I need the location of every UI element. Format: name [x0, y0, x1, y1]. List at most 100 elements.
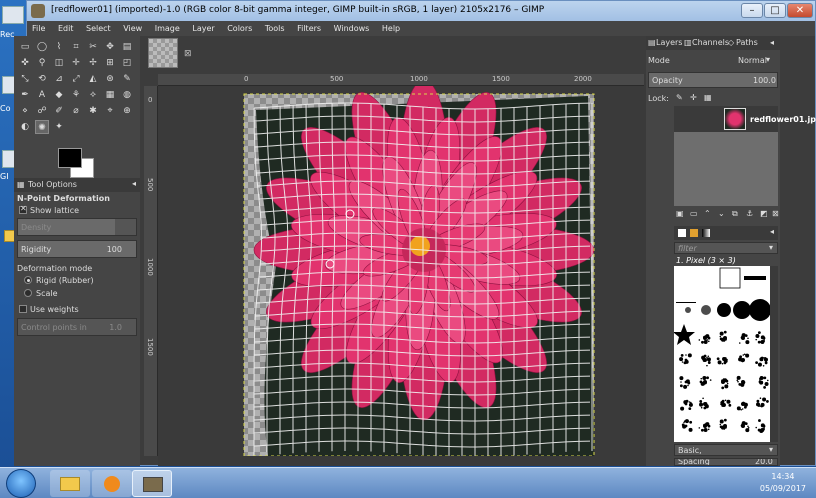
brush-preview[interactable] [719, 331, 724, 336]
brush-preview[interactable] [698, 427, 701, 429]
brush-preview[interactable] [699, 399, 703, 403]
brush-preview[interactable] [673, 324, 695, 345]
brush-preview[interactable] [679, 357, 684, 362]
brush-preview[interactable] [747, 425, 749, 428]
delete-layer-icon[interactable]: ⊠ [772, 209, 779, 218]
brush-preset-select[interactable]: Basic, ▾ [674, 444, 778, 456]
brush-preview[interactable] [741, 424, 745, 428]
brush-preview[interactable] [736, 379, 739, 382]
eraser-tool-icon[interactable]: ✱ [86, 104, 100, 118]
brush-preview[interactable] [681, 361, 684, 363]
menu-tools[interactable]: Tools [260, 21, 290, 36]
brush-preview[interactable] [726, 399, 731, 404]
paths-tool-icon[interactable]: ▤ [120, 40, 134, 54]
brush-preview[interactable] [721, 362, 724, 365]
brush-preview[interactable] [736, 375, 741, 380]
control-points-slider[interactable]: Control points in 1.0 [17, 318, 137, 336]
foreground-color-swatch[interactable] [58, 148, 82, 168]
tab-layers[interactable]: Layers [656, 38, 682, 47]
brush-preview[interactable] [737, 380, 739, 383]
brush-preview[interactable] [685, 307, 691, 313]
brush-preview[interactable] [762, 364, 765, 367]
brush-preview[interactable] [757, 340, 761, 344]
horizontal-scrollbar[interactable] [158, 456, 644, 466]
brush-preview[interactable] [700, 377, 703, 380]
brush-preview[interactable] [762, 397, 767, 402]
menu-filters[interactable]: Filters [292, 21, 326, 36]
move-tool-icon[interactable]: ✛ [69, 56, 83, 70]
rotate-tool-icon[interactable]: ⤡ [18, 72, 32, 86]
brush-preview[interactable] [687, 353, 692, 358]
brush-preview[interactable] [680, 353, 684, 357]
brush-preview[interactable] [684, 424, 688, 428]
brush-preview[interactable] [745, 428, 750, 433]
menu-file[interactable]: File [27, 21, 50, 36]
brush-preview[interactable] [757, 362, 762, 367]
brush-preview[interactable] [688, 407, 692, 411]
brush-preview[interactable] [684, 358, 688, 362]
brush-preview[interactable] [724, 359, 726, 361]
cage-tool-icon[interactable]: ◭ [86, 72, 100, 86]
foreground-select-tool-icon[interactable]: ✥ [103, 40, 117, 54]
menu-help[interactable]: Help [377, 21, 405, 36]
spacing-slider[interactable]: Spacing 20.0 [674, 458, 778, 466]
brush-preview[interactable] [763, 376, 767, 380]
brush-preview[interactable] [742, 354, 745, 356]
menu-select[interactable]: Select [81, 21, 116, 36]
brush-preview[interactable] [706, 356, 708, 359]
brush-preview[interactable] [684, 419, 689, 424]
brush-preview[interactable] [764, 357, 767, 359]
menu-image[interactable]: Image [150, 21, 185, 36]
brush-preview[interactable] [706, 404, 709, 407]
brush-preview[interactable] [760, 335, 765, 340]
brush-preview[interactable] [741, 336, 745, 340]
brush-preview[interactable] [716, 357, 720, 361]
brush-preview[interactable] [724, 424, 726, 427]
duplicate-layer-icon[interactable]: ⧉ [732, 209, 738, 219]
brush-preview[interactable] [758, 419, 761, 422]
brush-preview[interactable] [759, 357, 764, 362]
brush-preview[interactable] [684, 402, 688, 406]
brush-preview[interactable] [747, 337, 749, 340]
brush-preview[interactable] [717, 360, 722, 365]
brush-preview[interactable] [702, 397, 704, 400]
flip-tool-icon[interactable]: ⤢ [69, 72, 83, 86]
brush-preview[interactable] [759, 428, 764, 433]
scissors-tool-icon[interactable]: ✂ [86, 40, 100, 54]
brush-preview[interactable] [707, 428, 710, 431]
brush-preview[interactable] [755, 333, 760, 338]
brush-preview[interactable] [745, 340, 750, 345]
brush-preview[interactable] [759, 377, 761, 380]
brush-preview[interactable] [766, 400, 769, 403]
rigid-radio[interactable] [24, 276, 32, 284]
brush-preview[interactable] [761, 381, 763, 383]
brush-preview[interactable] [723, 338, 725, 340]
brush-preview[interactable] [738, 342, 741, 344]
heal-brush-tool-icon[interactable]: ⌖ [103, 104, 117, 118]
lock-pixels-icon[interactable]: ✎ [676, 93, 683, 102]
brush-preview[interactable] [719, 423, 722, 426]
pattern-tab-icon[interactable] [690, 229, 698, 237]
brush-preview[interactable] [680, 381, 682, 383]
rect-select-tool-icon[interactable]: ▭ [18, 40, 32, 54]
brush-grid[interactable] [673, 266, 771, 442]
brush-preview[interactable] [759, 380, 764, 385]
scale-radio[interactable] [24, 289, 32, 297]
brush-preview[interactable] [744, 276, 766, 280]
opacity-slider[interactable]: Opacity 100.0 [648, 72, 778, 88]
brush-preview[interactable] [684, 380, 688, 384]
brush-preview[interactable] [703, 427, 708, 432]
brush-preview[interactable] [690, 401, 692, 404]
brush-preview[interactable] [683, 420, 686, 422]
color-picker-tool-icon[interactable]: ✜ [18, 56, 32, 70]
handle-tool-icon[interactable]: ✦ [52, 120, 66, 134]
brush-preview[interactable] [703, 336, 707, 340]
brush-preview[interactable] [764, 382, 769, 387]
brush-preview[interactable] [703, 358, 707, 362]
brush-preview[interactable] [703, 402, 707, 406]
media-player-taskbar-button[interactable] [92, 470, 132, 497]
brush-preview[interactable] [763, 428, 765, 431]
brush-tool-icon[interactable]: ⟡ [86, 88, 100, 102]
smudge-tool-icon[interactable]: ⊛ [103, 72, 117, 86]
mode-select[interactable]: Mode Normal ▾ [648, 54, 774, 68]
